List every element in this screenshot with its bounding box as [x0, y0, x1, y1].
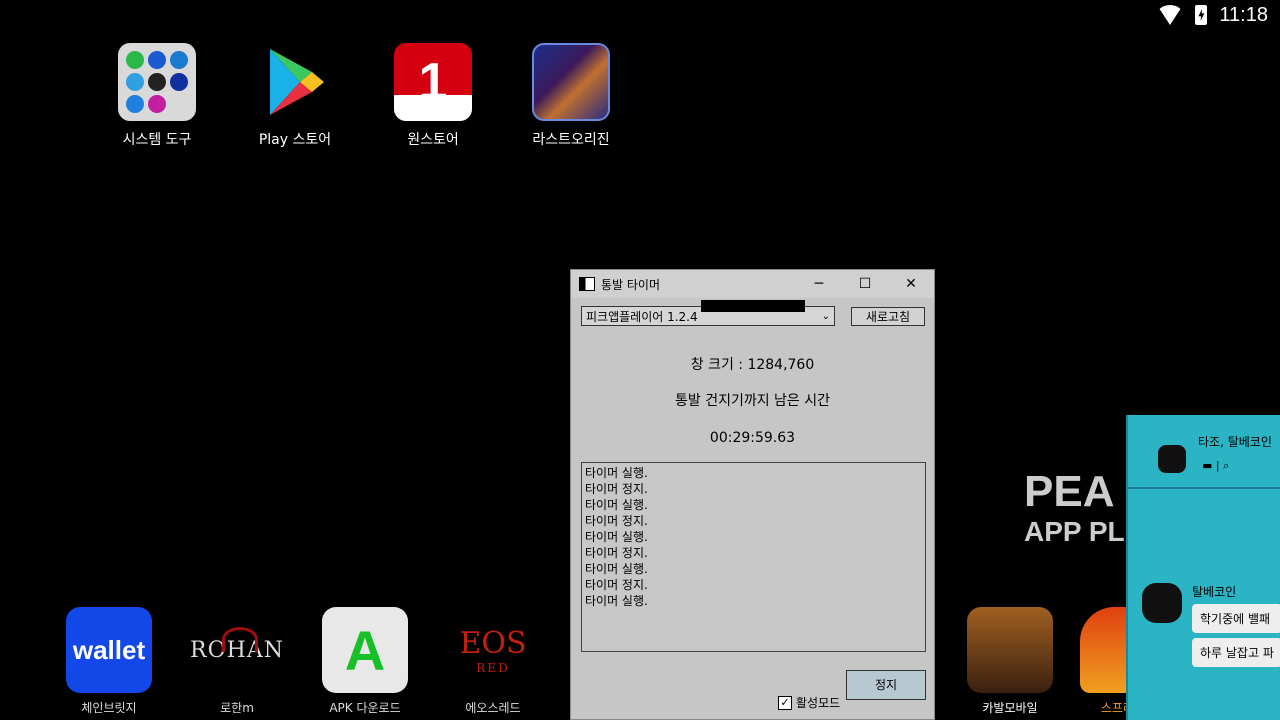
chat-message: 하루 날잡고 파 — [1192, 638, 1280, 667]
window-titlebar[interactable]: 통발 타이머 ─ ☐ ✕ — [571, 270, 934, 298]
window-app-icon — [579, 277, 595, 291]
dock-app-apk-download[interactable]: A APK 다운로드 — [310, 607, 420, 716]
app-label: 원스토어 — [407, 132, 459, 148]
active-mode-label: 활성모드 — [796, 696, 841, 710]
logo-text-line1: PEA — [1024, 467, 1115, 516]
battery-charging-icon — [1195, 5, 1208, 25]
sender-name: 탈베코인 — [1192, 585, 1237, 599]
dock-app-chainbridge[interactable]: wallet 체인브릿지 — [54, 607, 164, 716]
rohan-icon: ROHAN — [190, 607, 283, 693]
clock: 11:18 — [1219, 3, 1268, 26]
minimize-button[interactable]: ─ — [796, 276, 842, 292]
refresh-button[interactable]: 새로고침 — [851, 307, 925, 326]
peak-app-player-logo: PEA APP PL — [1024, 470, 1125, 546]
app-label: 시스템 도구 — [122, 132, 192, 148]
app-label: 카발모바일 — [982, 701, 1038, 715]
wifi-icon — [1157, 5, 1184, 25]
chevron-down-icon: ⌄ — [821, 311, 830, 322]
remaining-time-label: 통발 건지기까지 남은 시간 — [674, 393, 831, 409]
eos-logo-text: EOS — [459, 625, 527, 661]
app-play-store[interactable]: Play 스토어 — [235, 43, 355, 149]
app-label: 라스트오리진 — [532, 132, 610, 148]
stop-button[interactable]: 정지 — [846, 670, 926, 700]
log-line: 타이머 실행. — [585, 594, 648, 608]
log-line: 타이머 정지. — [585, 546, 648, 560]
chat-panel: 타조, 탈베코인 ▬ | ⌕ 탈베코인 학기중에 밸패 하루 날잡고 파 — [1126, 415, 1280, 720]
last-origin-icon — [532, 43, 610, 121]
wallet-icon: wallet — [66, 607, 152, 693]
window-title: 통발 타이머 — [601, 277, 661, 292]
folder-icon — [118, 43, 196, 121]
app-label: 체인브릿지 — [81, 701, 137, 715]
status-bar: 11:18 — [1157, 0, 1280, 30]
log-line: 타이머 정지. — [585, 514, 648, 528]
app-one-store[interactable]: 1 원스토어 — [373, 43, 493, 149]
window-size-text: 창 크기 : 1284,760 — [690, 357, 815, 373]
eos-red-icon: EOS RED — [450, 607, 536, 693]
maximize-button[interactable]: ☐ — [842, 276, 888, 292]
play-store-icon — [256, 43, 334, 121]
log-line: 타이머 실행. — [585, 498, 648, 512]
timer-display: 00:29:59.63 — [709, 430, 796, 446]
active-mode-checkbox[interactable]: ✓ 활성모드 — [778, 694, 840, 711]
log-line: 타이머 실행. — [585, 466, 648, 480]
chat-message: 학기중에 밸패 — [1192, 604, 1280, 633]
select-value: 피크앱플레이어 1.2.4 — [586, 310, 698, 324]
chat-header-name: 타조, 탈베코인 — [1198, 435, 1272, 449]
log-line: 타이머 정지. — [585, 578, 648, 592]
log-line: 타이머 정지. — [585, 482, 648, 496]
sender-avatar[interactable] — [1142, 583, 1182, 623]
chat-header: 타조, 탈베코인 ▬ | ⌕ — [1128, 415, 1280, 489]
app-label: Play 스토어 — [258, 132, 332, 148]
redaction-bar — [701, 300, 805, 312]
dock-app-cabal-mobile[interactable]: 카발모바일 — [955, 607, 1065, 716]
log-line: 타이머 실행. — [585, 530, 648, 544]
one-store-icon: 1 — [394, 43, 472, 121]
apk-icon: A — [322, 607, 408, 693]
cabal-icon — [967, 607, 1053, 693]
app-label: 에오스레드 — [465, 701, 521, 715]
log-box[interactable]: 타이머 실행. 타이머 정지. 타이머 실행. 타이머 정지. 타이머 실행. … — [581, 462, 926, 652]
timer-window: 통발 타이머 ─ ☐ ✕ 피크앱플레이어 1.2.4 ⌄ 새로고침 창 크기 :… — [570, 269, 935, 720]
avatar[interactable] — [1158, 445, 1186, 473]
dock-app-rohan[interactable]: ROHAN 로한m — [182, 607, 292, 716]
app-label: 로한m — [220, 701, 254, 715]
app-label: APK 다운로드 — [329, 701, 401, 715]
logo-text-line2: APP PL — [1024, 516, 1125, 547]
eos-logo-sub: RED — [476, 660, 510, 675]
checkbox-check-icon: ✓ — [778, 695, 792, 710]
dock-app-eos-red[interactable]: EOS RED 에오스레드 — [438, 607, 548, 716]
close-button[interactable]: ✕ — [888, 276, 934, 292]
app-last-origin[interactable]: 라스트오리진 — [511, 43, 631, 149]
app-system-tools[interactable]: 시스템 도구 — [97, 43, 217, 149]
log-line: 타이머 실행. — [585, 562, 648, 576]
chat-tool-icons[interactable]: ▬ | ⌕ — [1202, 459, 1229, 473]
